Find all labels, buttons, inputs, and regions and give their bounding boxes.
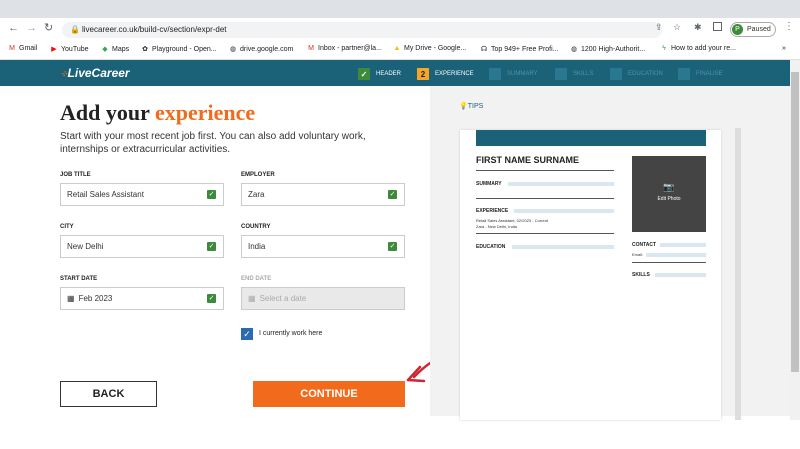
tips-link[interactable]: 💡TIPS bbox=[459, 102, 483, 110]
job-title-input[interactable]: Retail Sales Assistant ✓ bbox=[60, 183, 224, 206]
calendar-icon: ▦ bbox=[248, 294, 256, 303]
more-bookmarks-icon[interactable]: » bbox=[782, 45, 786, 52]
resume-experience-heading: EXPERIENCE bbox=[476, 208, 509, 214]
divider bbox=[632, 262, 706, 263]
valid-check-icon: ✓ bbox=[207, 190, 216, 199]
globe-icon: ◍ bbox=[229, 46, 237, 53]
page-title: Add your experience bbox=[60, 100, 256, 125]
share-icon[interactable]: ⇪ bbox=[655, 22, 663, 33]
divider bbox=[476, 198, 614, 199]
step-experience[interactable]: 2 EXPERIENCE bbox=[417, 68, 474, 80]
country-input[interactable]: India ✓ bbox=[241, 235, 405, 258]
valid-check-icon: ✓ bbox=[207, 294, 216, 303]
resume-contact-heading: CONTACT bbox=[632, 242, 657, 248]
country-label: COUNTRY bbox=[241, 224, 271, 230]
resume-email: Email: bbox=[632, 252, 644, 257]
openai-icon: ✿ bbox=[142, 46, 148, 53]
globe-icon: ◍ bbox=[570, 46, 578, 53]
reload-icon[interactable]: ↻ bbox=[44, 21, 53, 34]
gmail-icon: M bbox=[9, 45, 15, 52]
menu-icon[interactable]: ⋮ bbox=[784, 21, 794, 32]
placeholder-bar bbox=[514, 209, 614, 213]
profile-button[interactable]: P Paused bbox=[730, 22, 776, 37]
bookmark-youtube[interactable]: ▶ YouTube bbox=[50, 45, 88, 53]
bolt-icon: ϟ bbox=[662, 45, 666, 52]
step-finalise[interactable]: FINALISE bbox=[678, 68, 723, 80]
resume-exp-line: Retail Sales Assistant, 02/2023 - Curren… bbox=[476, 218, 549, 223]
site-icon: ☊ bbox=[480, 46, 488, 53]
youtube-icon: ▶ bbox=[51, 46, 57, 53]
bookmark-gmail[interactable]: M Gmail bbox=[8, 45, 37, 52]
camera-icon: 📷 bbox=[663, 182, 675, 192]
valid-check-icon: ✓ bbox=[388, 242, 397, 251]
bookmarks-bar: M Gmail ▶ YouTube ◆ Maps ✿ Playground - Open… bbox=[0, 40, 800, 60]
placeholder-bar bbox=[660, 243, 706, 247]
profile-status: Paused bbox=[747, 26, 771, 33]
valid-check-icon: ✓ bbox=[207, 242, 216, 251]
bookmark-how-to[interactable]: ϟ How to add your re... bbox=[660, 45, 736, 52]
placeholder-bar bbox=[508, 182, 614, 186]
back-button[interactable]: BACK bbox=[60, 381, 157, 407]
placeholder-bar bbox=[655, 273, 706, 277]
gmail-icon: M bbox=[308, 45, 314, 52]
city-input[interactable]: New Delhi ✓ bbox=[60, 235, 224, 258]
lock-icon: 🔒 bbox=[70, 25, 80, 34]
extensions-icon[interactable]: ✱ bbox=[694, 22, 702, 33]
url-text: livecareer.co.uk/build-cv/section/expr-d… bbox=[82, 25, 227, 34]
bookmark-playground[interactable]: ✿ Playground - Open... bbox=[141, 45, 217, 53]
city-label: CITY bbox=[60, 224, 74, 230]
bookmark-inbox[interactable]: M Inbox - partner@la... bbox=[307, 45, 382, 52]
start-date-input[interactable]: ▦ Feb 2023 ✓ bbox=[60, 287, 224, 310]
employer-input[interactable]: Zara ✓ bbox=[241, 183, 405, 206]
bookmark-drive-site[interactable]: ◍ drive.google.com bbox=[229, 45, 293, 53]
url-field[interactable]: 🔒 livecareer.co.uk/build-cv/section/expr… bbox=[62, 22, 662, 38]
resume-education-heading: EDUCATION bbox=[476, 244, 506, 250]
end-date-label: END DATE bbox=[241, 276, 272, 282]
resume-name: FIRST NAME SURNAME bbox=[476, 155, 579, 165]
back-nav-icon[interactable]: ← bbox=[8, 22, 19, 34]
livecareer-logo[interactable]: ⁘LiveCareer bbox=[60, 66, 130, 80]
resume-skills-heading: SKILLS bbox=[632, 272, 650, 278]
logo-dots-icon: ⁘ bbox=[60, 69, 68, 79]
job-title-label: JOB TITLE bbox=[60, 172, 91, 178]
preview-scrollbar[interactable] bbox=[735, 128, 741, 420]
step-summary[interactable]: SUMMARY bbox=[489, 68, 538, 80]
resume-photo[interactable] bbox=[632, 156, 706, 232]
divider bbox=[476, 233, 614, 234]
step-education[interactable]: EDUCATION bbox=[610, 68, 663, 80]
current-job-checkbox[interactable]: ✓ bbox=[241, 328, 253, 340]
valid-check-icon: ✓ bbox=[388, 190, 397, 199]
calendar-icon: ▦ bbox=[67, 294, 75, 303]
drive-icon: ▲ bbox=[393, 45, 401, 52]
end-date-input: ▦ Select a date bbox=[241, 287, 405, 310]
page-subtitle: Start with your most recent job first. Y… bbox=[60, 131, 366, 155]
bookmark-my-drive[interactable]: ▲ My Drive - Google... bbox=[393, 45, 467, 52]
bookmark-1200[interactable]: ◍ 1200 High-Authorit... bbox=[570, 45, 645, 53]
avatar: P bbox=[732, 24, 743, 35]
step-skills[interactable]: SKILLS bbox=[555, 68, 593, 80]
bookmark-maps[interactable]: ◆ Maps bbox=[101, 45, 129, 53]
start-date-label: START DATE bbox=[60, 276, 98, 282]
placeholder-bar bbox=[646, 253, 706, 257]
edit-photo-label: Edit Photo bbox=[657, 196, 681, 202]
placeholder-bar bbox=[512, 245, 614, 249]
star-icon[interactable]: ☆ bbox=[673, 22, 681, 33]
page-scrollbar-thumb[interactable] bbox=[791, 72, 799, 372]
lightbulb-icon: 💡 bbox=[459, 103, 468, 110]
resume-header-bar bbox=[476, 130, 706, 146]
employer-label: EMPLOYER bbox=[241, 172, 275, 178]
resume-summary-heading: SUMMARY bbox=[476, 181, 502, 187]
resume-exp-line: Zara - New Delhi, India bbox=[476, 224, 517, 229]
current-job-label: I currently work here bbox=[259, 330, 323, 337]
step-header[interactable]: ✓ HEADER bbox=[358, 68, 401, 80]
maps-icon: ◆ bbox=[102, 46, 108, 53]
continue-button[interactable]: CONTINUE bbox=[253, 381, 405, 407]
step-check-icon: ✓ bbox=[358, 68, 370, 80]
browser-toolbar bbox=[0, 0, 800, 18]
forward-nav-icon[interactable]: → bbox=[26, 22, 37, 34]
sidepanel-icon[interactable] bbox=[713, 22, 722, 31]
divider bbox=[476, 170, 614, 171]
bookmark-top-949[interactable]: ☊ Top 949+ Free Profi... bbox=[480, 45, 559, 53]
